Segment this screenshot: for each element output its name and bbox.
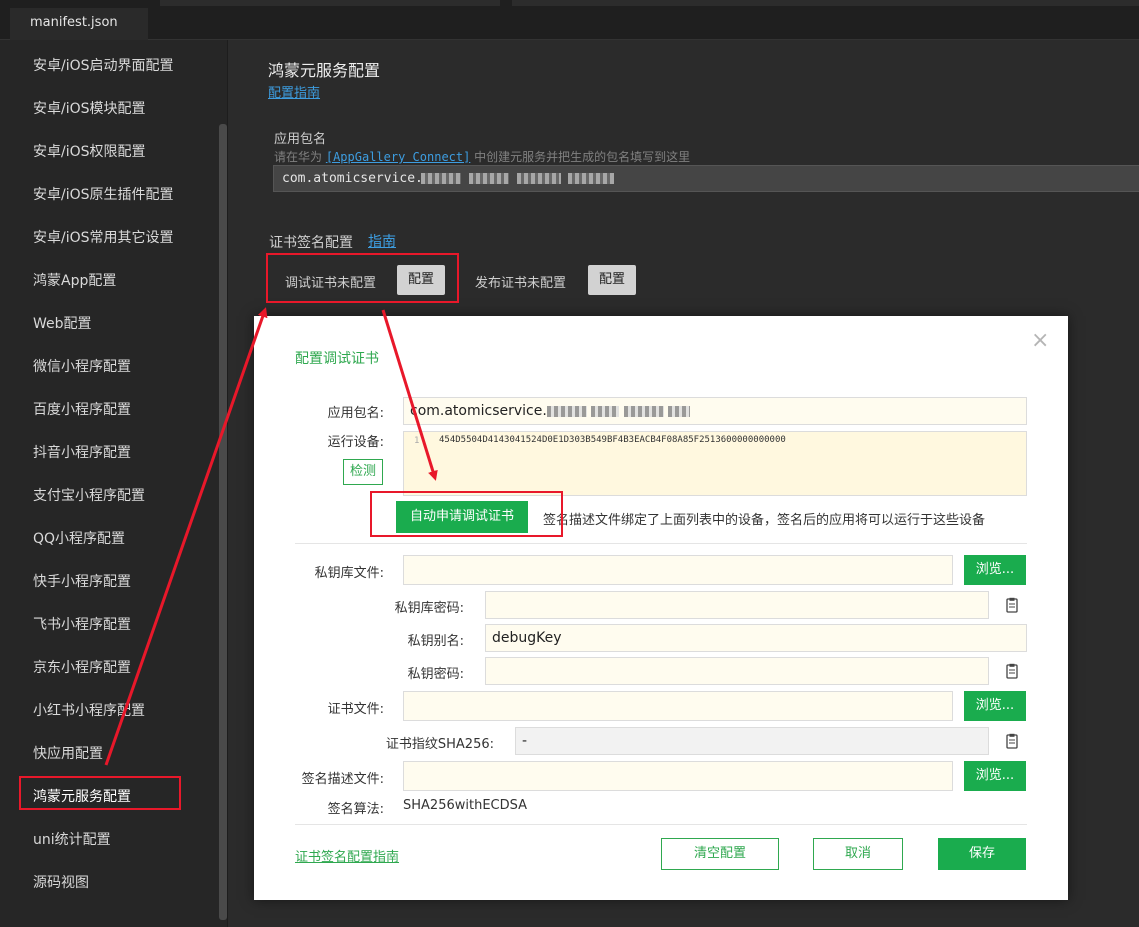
fingerprint-input: - bbox=[515, 727, 989, 755]
algorithm-value: SHA256withECDSA bbox=[403, 798, 528, 813]
annotation-box-debug-config bbox=[266, 253, 459, 303]
close-icon[interactable]: × bbox=[1031, 330, 1049, 352]
appgallery-link[interactable]: [AppGallery Connect] bbox=[326, 150, 471, 164]
sidebar-item-quickapp[interactable]: 快应用配置 bbox=[33, 744, 103, 764]
sidebar-item-baidu[interactable]: 百度小程序配置 bbox=[33, 400, 131, 420]
sidebar-item-source-view[interactable]: 源码视图 bbox=[33, 873, 89, 893]
redacted-text bbox=[568, 173, 615, 184]
keystore-browse-button[interactable]: 浏览... bbox=[964, 555, 1026, 585]
cert-browse-button[interactable]: 浏览... bbox=[964, 691, 1026, 721]
divider bbox=[295, 543, 1027, 544]
cert-file-input[interactable] bbox=[403, 691, 953, 721]
sidebar-item-uni-stat[interactable]: uni统计配置 bbox=[33, 830, 111, 850]
key-alias-value: debugKey bbox=[492, 630, 562, 646]
redacted-text bbox=[546, 405, 587, 417]
redacted-text bbox=[623, 405, 664, 417]
package-hint: 请在华为 [AppGallery Connect] 中创建元服务并把生成的包名填… bbox=[274, 148, 690, 165]
package-input[interactable]: com.atomicservice. bbox=[273, 165, 1139, 192]
line-number: 1 bbox=[414, 436, 420, 446]
profile-browse-button[interactable]: 浏览... bbox=[964, 761, 1026, 791]
sidebar-item-ios-permissions[interactable]: 安卓/iOS权限配置 bbox=[33, 142, 146, 162]
clipboard-icon[interactable] bbox=[1005, 597, 1019, 613]
sidebar-item-jd[interactable]: 京东小程序配置 bbox=[33, 658, 131, 678]
sidebar-item-alipay[interactable]: 支付宝小程序配置 bbox=[33, 486, 145, 506]
keystore-password-label: 私钥库密码: bbox=[394, 601, 464, 616]
divider bbox=[295, 824, 1027, 825]
release-config-button[interactable]: 配置 bbox=[588, 265, 636, 295]
package-label: 应用包名 bbox=[274, 132, 327, 147]
key-alias-input[interactable]: debugKey bbox=[485, 624, 1027, 652]
fingerprint-value: - bbox=[522, 733, 528, 749]
keystore-file-label: 私钥库文件: bbox=[314, 566, 384, 581]
sidebar-item-ios-launch[interactable]: 安卓/iOS启动界面配置 bbox=[33, 56, 174, 76]
clear-config-button[interactable]: 清空配置 bbox=[661, 838, 779, 870]
debug-cert-dialog: 配置调试证书 × 应用包名: com.atomicservice. 运行设备: … bbox=[254, 316, 1068, 900]
release-cert-status: 发布证书未配置 bbox=[475, 276, 567, 291]
device-label: 运行设备: bbox=[327, 435, 384, 450]
sidebar-item-ios-other[interactable]: 安卓/iOS常用其它设置 bbox=[33, 228, 174, 248]
sidebar-scrollbar[interactable] bbox=[219, 124, 227, 920]
tab-manifest-json[interactable]: manifest.json bbox=[10, 8, 148, 40]
algorithm-label: 签名算法: bbox=[327, 802, 384, 817]
redacted-text bbox=[591, 405, 620, 417]
fingerprint-label: 证书指纹SHA256: bbox=[385, 737, 494, 752]
annotation-box-sidebar-item bbox=[19, 776, 181, 810]
sidebar-item-feishu[interactable]: 飞书小程序配置 bbox=[33, 615, 131, 635]
cert-sign-guide-link[interactable]: 证书签名配置指南 bbox=[295, 846, 399, 865]
page-title: 鸿蒙元服务配置 bbox=[268, 61, 381, 80]
detect-button[interactable]: 检测 bbox=[343, 459, 383, 485]
sidebar-item-harmony-app[interactable]: 鸿蒙App配置 bbox=[33, 271, 116, 291]
sidebar-item-ios-native-plugins[interactable]: 安卓/iOS原生插件配置 bbox=[33, 185, 174, 205]
package-hint-suffix: 中创建元服务并把生成的包名填写到这里 bbox=[474, 150, 691, 164]
sidebar-item-douyin[interactable]: 抖音小程序配置 bbox=[33, 443, 131, 463]
dialog-package-label: 应用包名: bbox=[327, 406, 384, 421]
auto-apply-note: 签名描述文件绑定了上面列表中的设备，签名后的应用将可以运行于这些设备 bbox=[543, 513, 986, 528]
tab-bar-strip bbox=[160, 0, 500, 6]
redacted-text bbox=[468, 173, 509, 184]
cert-file-label: 证书文件: bbox=[327, 702, 384, 717]
cancel-button[interactable]: 取消 bbox=[813, 838, 903, 870]
clipboard-icon[interactable] bbox=[1005, 733, 1019, 749]
redacted-text bbox=[668, 405, 691, 417]
redacted-text bbox=[516, 173, 561, 184]
package-hint-prefix: 请在华为 bbox=[274, 150, 323, 164]
key-password-label: 私钥密码: bbox=[407, 667, 464, 682]
annotation-box-auto-apply bbox=[370, 491, 563, 537]
sidebar-item-kuaishou[interactable]: 快手小程序配置 bbox=[33, 572, 131, 592]
dialog-title: 配置调试证书 bbox=[295, 351, 379, 367]
config-guide-link[interactable]: 配置指南 bbox=[268, 82, 320, 101]
key-alias-label: 私钥别名: bbox=[407, 634, 464, 649]
sidebar-item-ios-modules[interactable]: 安卓/iOS模块配置 bbox=[33, 99, 146, 119]
sidebar-item-web[interactable]: Web配置 bbox=[33, 314, 92, 334]
save-button[interactable]: 保存 bbox=[938, 838, 1026, 870]
redacted-text bbox=[420, 173, 461, 184]
device-list-editor[interactable]: 1 454D5504D4143041524D0E1D303B549BF4B3EA… bbox=[403, 431, 1027, 496]
device-id: 454D5504D4143041524D0E1D303B549BF4B3EACB… bbox=[439, 435, 786, 445]
tab-bar-strip bbox=[512, 0, 1139, 6]
sidebar-item-wechat[interactable]: 微信小程序配置 bbox=[33, 357, 131, 377]
clipboard-icon[interactable] bbox=[1005, 663, 1019, 679]
keystore-password-input[interactable] bbox=[485, 591, 989, 619]
sidebar-item-xiaohongshu[interactable]: 小红书小程序配置 bbox=[33, 701, 145, 721]
key-password-input[interactable] bbox=[485, 657, 989, 685]
cert-guide-link[interactable]: 指南 bbox=[368, 231, 396, 251]
sidebar-item-qq[interactable]: QQ小程序配置 bbox=[33, 529, 125, 549]
tab-bar: manifest.json bbox=[0, 0, 1139, 40]
cert-sign-label: 证书签名配置 bbox=[269, 235, 353, 251]
dialog-package-value: com.atomicservice. bbox=[410, 403, 547, 419]
dialog-package-input[interactable]: com.atomicservice. bbox=[403, 397, 1027, 425]
package-input-value: com.atomicservice. bbox=[282, 171, 423, 186]
keystore-file-input[interactable] bbox=[403, 555, 953, 585]
profile-label: 签名描述文件: bbox=[301, 772, 384, 787]
profile-input[interactable] bbox=[403, 761, 953, 791]
